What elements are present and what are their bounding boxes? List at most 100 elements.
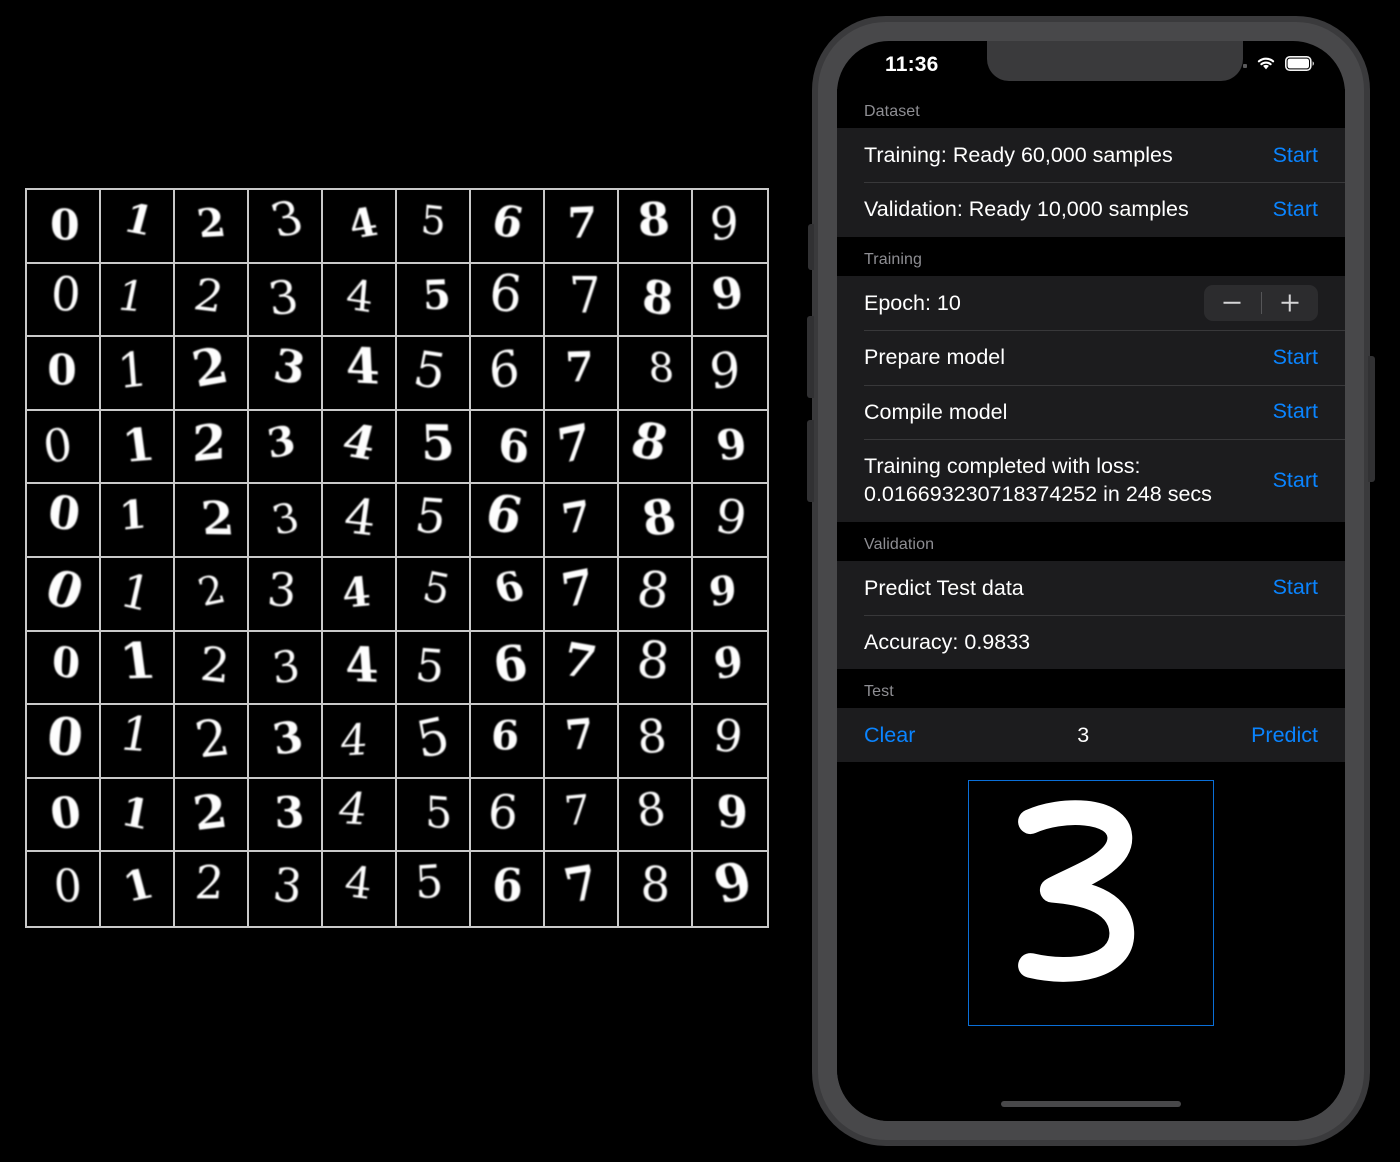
mnist-cell: 8: [619, 190, 693, 264]
row-compile-model[interactable]: Compile model Start: [837, 384, 1345, 439]
row-epoch: Epoch: 10: [837, 275, 1345, 331]
mnist-digit: 3: [273, 788, 305, 838]
mnist-digit: 6: [489, 563, 530, 613]
mnist-cell: 4: [323, 631, 397, 706]
mnist-cell: 3: [249, 190, 323, 264]
mnist-digit: 3: [270, 640, 303, 694]
row-prepare-model[interactable]: Prepare model Start: [837, 330, 1345, 385]
mnist-digit: 4: [340, 567, 373, 617]
training-start-button[interactable]: Start: [1273, 468, 1318, 493]
mnist-digit: 2: [194, 200, 228, 247]
compile-model-start-button[interactable]: Start: [1273, 399, 1318, 424]
row-predict-test-data[interactable]: Predict Test data Start: [837, 560, 1345, 615]
section-group-validation: Predict Test data Start Accuracy: 0.9833: [837, 560, 1345, 670]
mnist-cell: 2: [175, 337, 249, 411]
mnist-cell: 5: [397, 484, 471, 558]
mnist-digit: 7: [555, 413, 593, 476]
mnist-digit: 4: [344, 271, 375, 324]
mnist-digit: 4: [337, 413, 382, 470]
plus-icon[interactable]: [1262, 285, 1319, 321]
mnist-digit: 3: [269, 712, 306, 765]
mnist-cell: 6: [471, 263, 545, 338]
mnist-digit: 8: [647, 343, 675, 393]
mnist-cell: 9: [693, 484, 767, 558]
mnist-digit: 3: [265, 269, 302, 325]
row-test-controls: Clear 3 Predict: [837, 708, 1345, 763]
mnist-digit: 9: [709, 196, 739, 251]
volume-down-button[interactable]: [807, 420, 814, 502]
mnist-cell: 6: [471, 484, 545, 558]
mnist-cell: 9: [693, 263, 767, 338]
mnist-cell: 8: [619, 263, 693, 338]
mnist-digit: 5: [420, 415, 456, 472]
mnist-cell: 3: [249, 484, 323, 558]
mnist-digit: 9: [716, 785, 749, 840]
mnist-digit: 1: [115, 564, 156, 623]
mnist-cell: 6: [471, 337, 545, 411]
mnist-cell: 1: [101, 484, 175, 558]
mnist-cell: 4: [323, 410, 397, 485]
row-training-status[interactable]: Training completed with loss: 0.01669323…: [837, 438, 1345, 522]
mnist-digit: 5: [414, 856, 445, 910]
mnist-digit: 6: [486, 786, 519, 841]
power-button[interactable]: [1368, 356, 1375, 482]
home-indicator[interactable]: [1001, 1101, 1181, 1107]
mnist-cell: 7: [545, 778, 619, 853]
mnist-digit: 1: [118, 860, 158, 912]
mnist-cell: 7: [545, 705, 619, 779]
mnist-digit: 2: [199, 492, 236, 546]
mnist-digit: 7: [557, 632, 601, 690]
mnist-digit: 6: [486, 264, 524, 326]
mnist-digit: 9: [708, 341, 743, 402]
mnist-digit: 6: [480, 484, 527, 546]
mnist-cell: 3: [249, 705, 323, 779]
digit-draw-canvas[interactable]: [968, 780, 1214, 1027]
mnist-digit: 0: [50, 200, 80, 251]
mnist-digit: 8: [640, 857, 671, 914]
epoch-stepper[interactable]: [1204, 284, 1319, 321]
mnist-cell: 7: [545, 631, 619, 706]
minus-icon[interactable]: [1204, 285, 1261, 321]
mnist-digit: 3: [267, 493, 303, 544]
mnist-digit: 1: [117, 632, 159, 690]
mnist-cell: 7: [545, 263, 619, 338]
training-dataset-start-button[interactable]: Start: [1273, 143, 1318, 168]
row-training-dataset[interactable]: Training: Ready 60,000 samples Start: [837, 128, 1345, 183]
mnist-digit: 5: [421, 271, 452, 319]
mnist-cell: 4: [323, 557, 397, 632]
clear-button[interactable]: Clear: [864, 723, 915, 748]
mnist-cell: 2: [175, 705, 249, 779]
row-accuracy: Accuracy: 0.9833: [837, 615, 1345, 670]
volume-up-button[interactable]: [807, 316, 814, 398]
mnist-digit: 0: [47, 345, 77, 396]
mnist-digit: 6: [490, 711, 520, 760]
mnist-cell: 8: [619, 778, 693, 853]
mnist-cell: 9: [693, 410, 767, 485]
predict-test-data-start-button[interactable]: Start: [1273, 575, 1318, 600]
mnist-digit: 4: [343, 637, 380, 694]
mnist-cell: 4: [323, 263, 397, 338]
validation-dataset-start-button[interactable]: Start: [1273, 197, 1318, 222]
mnist-cell: 7: [545, 852, 619, 926]
mnist-cell: 8: [619, 557, 693, 632]
screenshot-root: 0123456789012345678901234567890123456789…: [0, 0, 1400, 1162]
mnist-cell: 0: [27, 484, 101, 558]
mnist-digit: 2: [193, 856, 226, 910]
mnist-cell: 8: [619, 705, 693, 779]
mnist-digit: 8: [638, 489, 679, 548]
row-validation-dataset[interactable]: Validation: Ready 10,000 samples Start: [837, 182, 1345, 237]
mnist-cell: 0: [27, 631, 101, 706]
mute-switch-button[interactable]: [808, 224, 814, 270]
mnist-digit: 8: [635, 709, 669, 765]
predict-button[interactable]: Predict: [1251, 723, 1318, 748]
drawn-digit-stroke: [1018, 800, 1135, 983]
mnist-cell: 7: [545, 557, 619, 632]
mnist-cell: 4: [323, 705, 397, 779]
mnist-cell: 5: [397, 631, 471, 706]
mnist-cell: 8: [619, 631, 693, 706]
mnist-cell: 6: [471, 778, 545, 853]
mnist-digit: 7: [559, 491, 594, 544]
mnist-cell: 0: [27, 337, 101, 411]
mnist-digit: 7: [563, 710, 598, 760]
prepare-model-start-button[interactable]: Start: [1273, 345, 1318, 370]
